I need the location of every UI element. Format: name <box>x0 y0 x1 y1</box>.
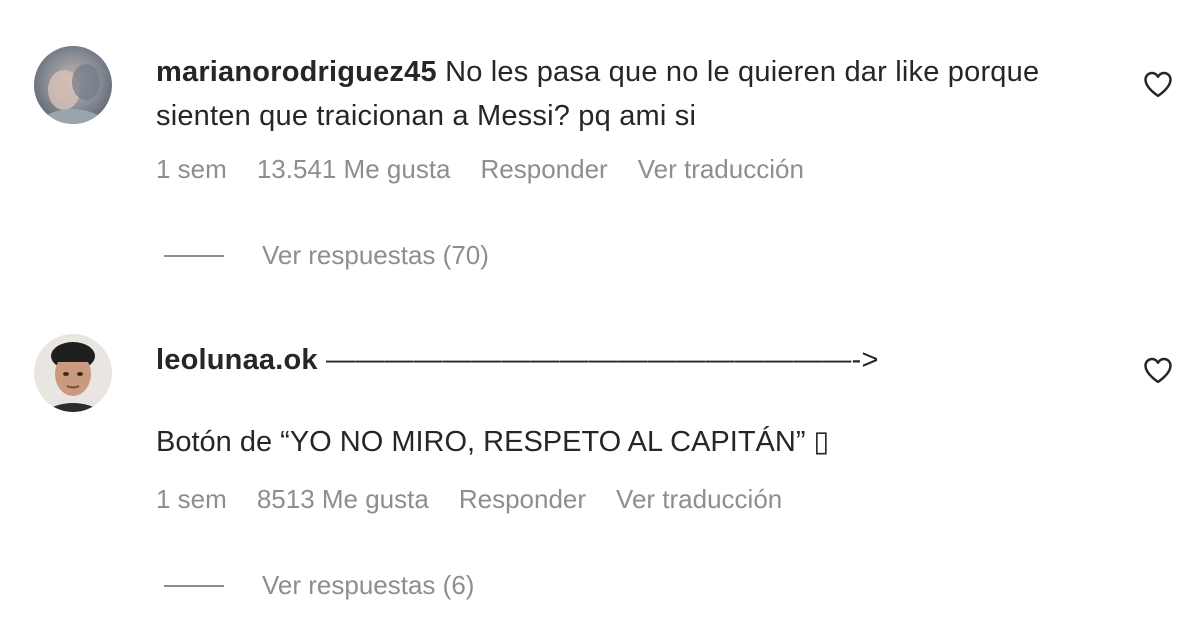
timestamp[interactable]: 1 sem <box>156 154 227 185</box>
avatar[interactable] <box>34 334 112 412</box>
comment-body-line2: Botón de “YO NO MIRO, RESPETO AL CAPITÁN… <box>156 426 830 458</box>
heart-icon[interactable] <box>1143 70 1173 98</box>
reply-button[interactable]: Responder <box>459 484 586 515</box>
see-translation-button[interactable]: Ver traducción <box>638 154 804 185</box>
replies-divider <box>164 254 224 257</box>
replies-divider <box>164 584 224 587</box>
comment-meta: 1 sem 13.541 Me gusta Responder Ver trad… <box>156 154 804 185</box>
comment-item: marianorodriguez45 No les pasa que no le… <box>0 0 1200 320</box>
likes-count[interactable]: 13.541 Me gusta <box>257 154 451 185</box>
comment-meta: 1 sem 8513 Me gusta Responder Ver traduc… <box>156 484 782 515</box>
comment-text: marianorodriguez45 No les pasa que no le… <box>156 50 1096 138</box>
avatar[interactable] <box>34 46 112 124</box>
username[interactable]: marianorodriguez45 <box>156 56 437 88</box>
comment-item: leolunaa.ok ——————————————————-> Botón d… <box>0 320 1200 624</box>
heart-icon[interactable] <box>1143 356 1173 384</box>
username[interactable]: leolunaa.ok <box>156 344 318 376</box>
view-replies-label: Ver respuestas (6) <box>262 570 475 600</box>
view-replies-button[interactable]: Ver respuestas (6) <box>164 570 474 601</box>
comment-body: ——————————————————-> <box>326 344 879 376</box>
timestamp[interactable]: 1 sem <box>156 484 227 515</box>
comment-text: leolunaa.ok ——————————————————-> <box>156 338 1056 382</box>
view-replies-button[interactable]: Ver respuestas (70) <box>164 240 489 271</box>
see-translation-button[interactable]: Ver traducción <box>616 484 782 515</box>
view-replies-label: Ver respuestas (70) <box>262 240 489 270</box>
likes-count[interactable]: 8513 Me gusta <box>257 484 429 515</box>
reply-button[interactable]: Responder <box>481 154 608 185</box>
